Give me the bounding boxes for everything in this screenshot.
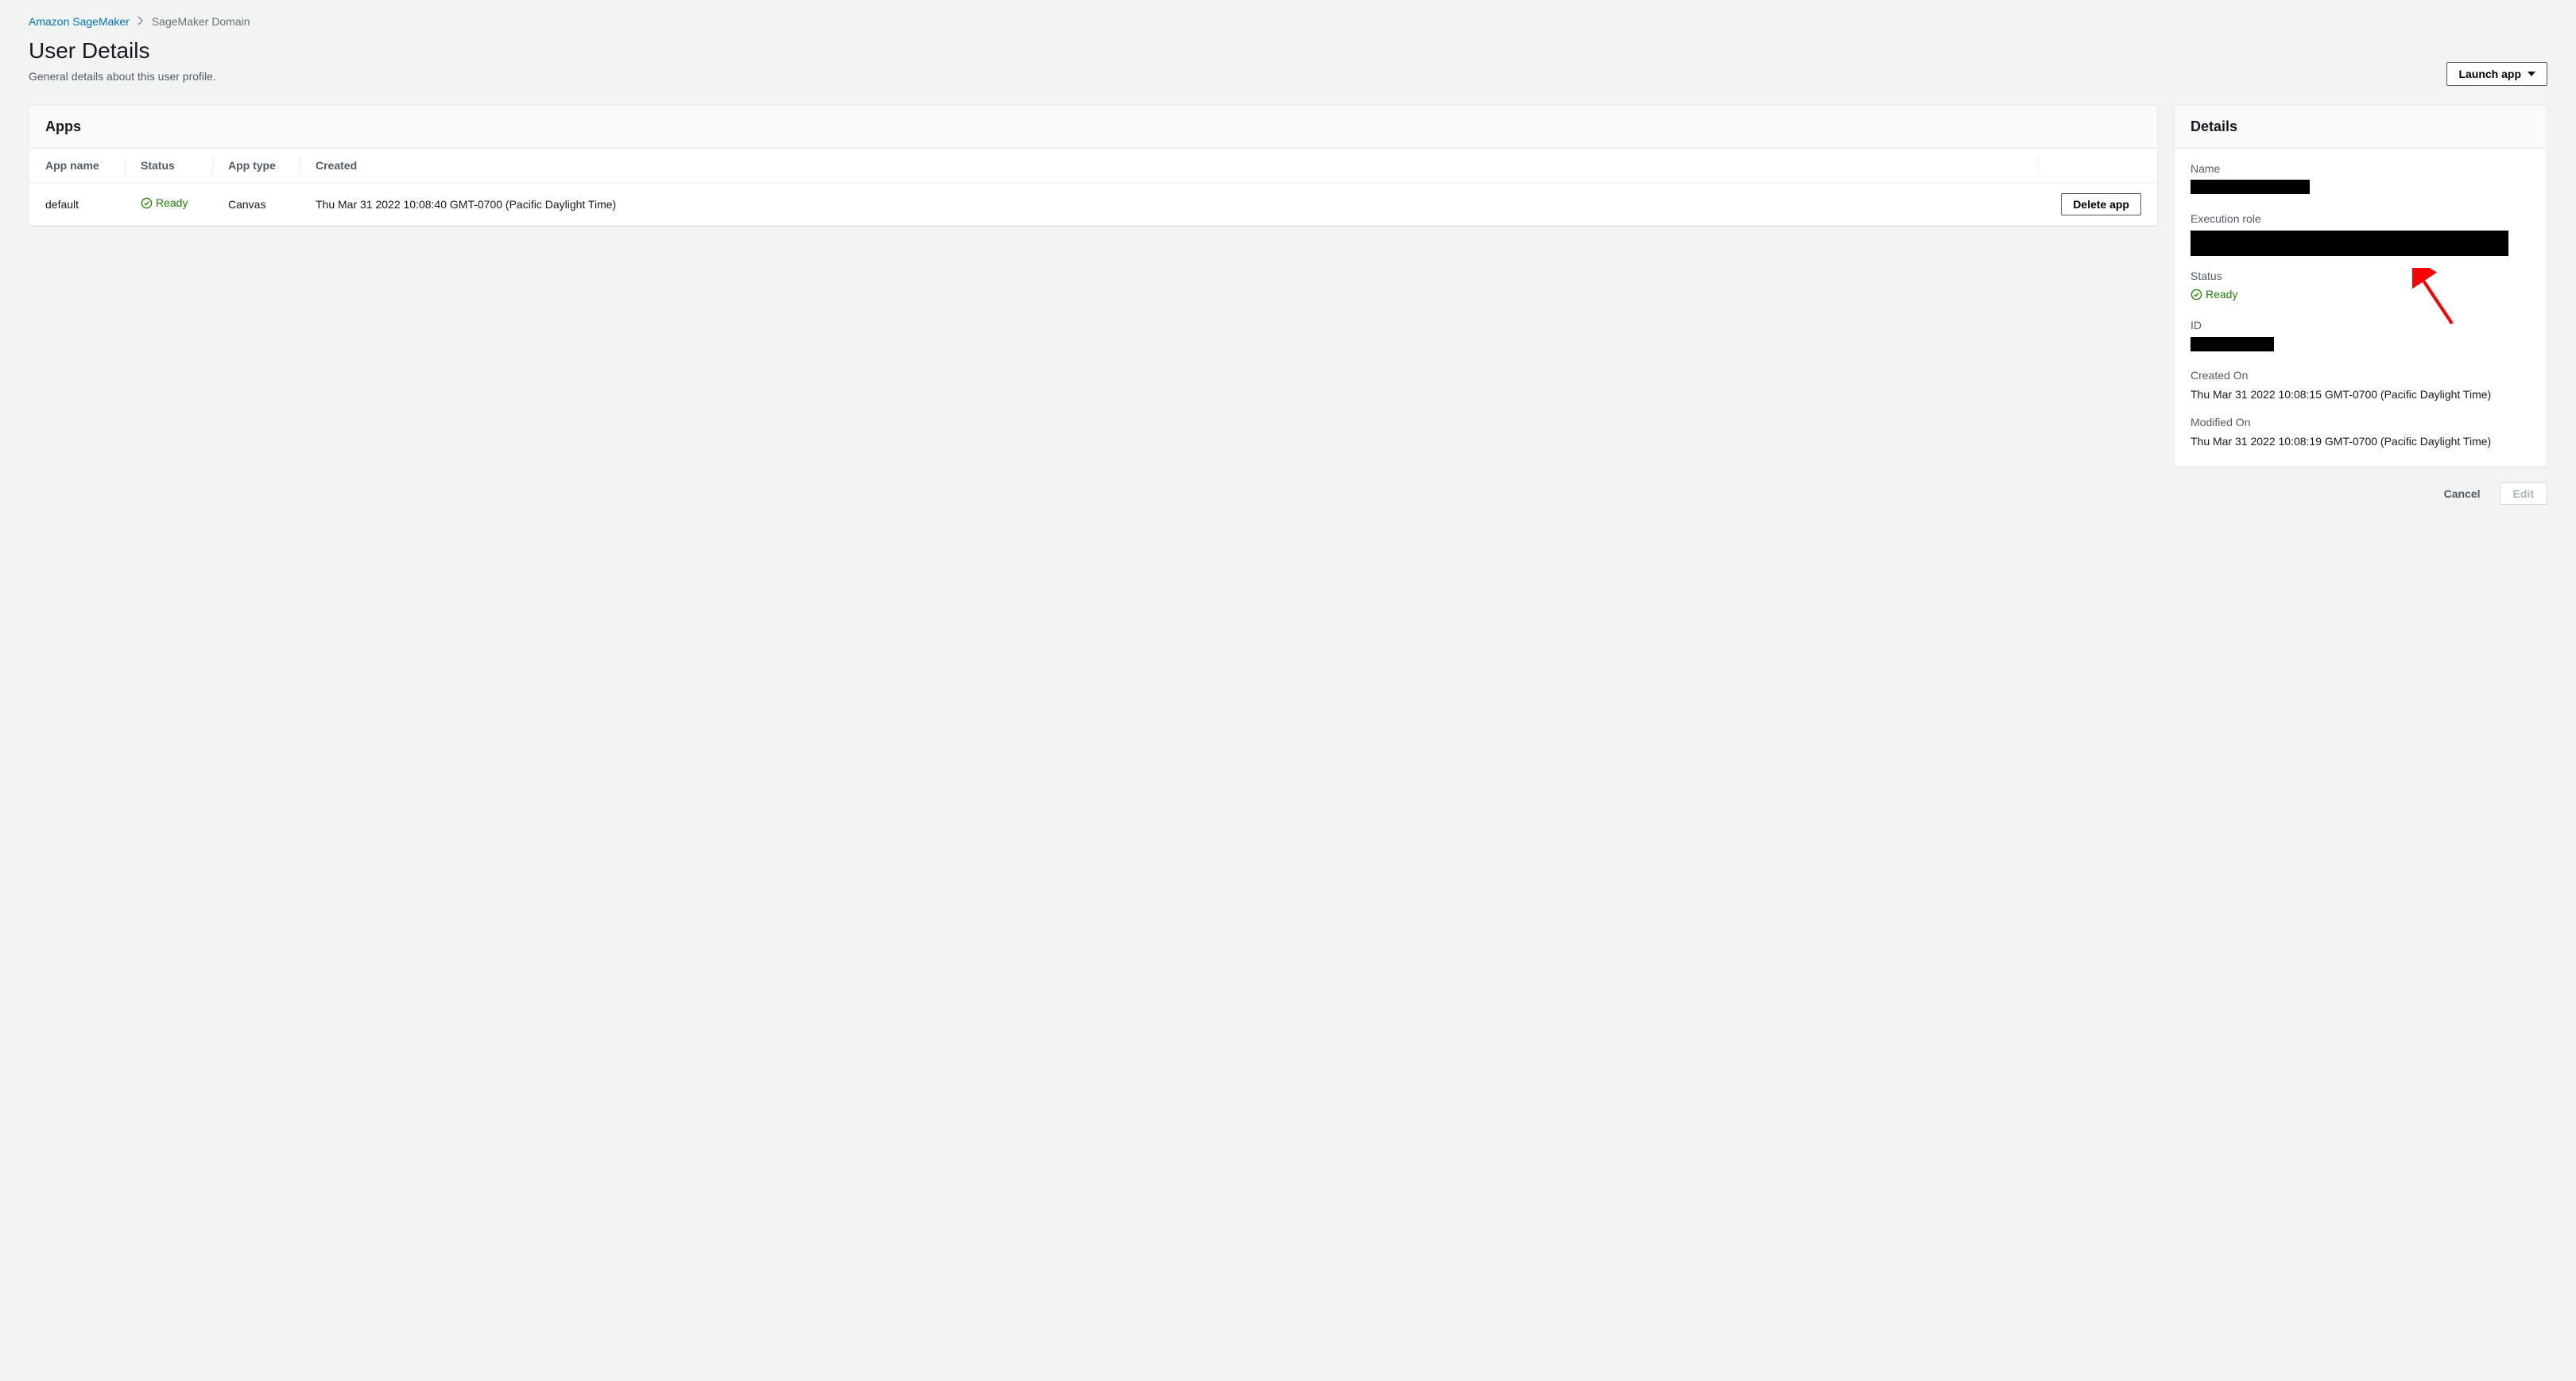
chevron-right-icon — [138, 14, 144, 30]
detail-execution-role-label: Execution role — [2191, 211, 2531, 227]
col-header-app-type[interactable]: App type — [212, 149, 300, 184]
detail-id-value-redacted — [2191, 337, 2274, 351]
detail-execution-role-value-redacted — [2191, 231, 2508, 256]
launch-app-button[interactable]: Launch app — [2446, 62, 2547, 86]
page-title: User Details — [29, 35, 216, 66]
detail-created-value: Thu Mar 31 2022 10:08:15 GMT-0700 (Pacif… — [2191, 387, 2531, 403]
cancel-button[interactable]: Cancel — [2433, 483, 2492, 505]
apps-table: App name Status App type Created default — [29, 149, 2157, 226]
cell-app-type: Canvas — [212, 184, 300, 226]
breadcrumb-current: SageMaker Domain — [152, 14, 250, 30]
status-badge: Ready — [141, 196, 188, 211]
launch-app-label: Launch app — [2458, 68, 2521, 80]
page-subtitle: General details about this user profile. — [29, 69, 216, 85]
detail-modified-value: Thu Mar 31 2022 10:08:19 GMT-0700 (Pacif… — [2191, 434, 2531, 450]
status-badge: Ready — [2191, 287, 2237, 303]
breadcrumb-root-link[interactable]: Amazon SageMaker — [29, 14, 130, 30]
detail-id-label: ID — [2191, 318, 2531, 334]
details-panel: Details Name Execution role Status — [2174, 105, 2547, 467]
col-header-status[interactable]: Status — [125, 149, 212, 184]
cell-created: Thu Mar 31 2022 10:08:40 GMT-0700 (Pacif… — [300, 184, 2038, 226]
detail-name-label: Name — [2191, 161, 2531, 177]
caret-down-icon — [2528, 72, 2535, 76]
detail-name-value-redacted — [2191, 180, 2310, 194]
edit-button: Edit — [2500, 483, 2547, 505]
cell-app-name: default — [29, 184, 125, 226]
check-circle-icon — [141, 197, 153, 209]
check-circle-icon — [2191, 289, 2202, 301]
detail-created-label: Created On — [2191, 368, 2531, 384]
status-text: Ready — [2206, 287, 2237, 303]
detail-status-label: Status — [2191, 269, 2531, 285]
table-row: default Ready Canvas Thu Mar 31 2022 10:… — [29, 184, 2157, 226]
col-header-app-name[interactable]: App name — [29, 149, 125, 184]
apps-panel: Apps App name Status App type Created de… — [29, 105, 2158, 227]
details-panel-title: Details — [2175, 106, 2547, 149]
col-header-created[interactable]: Created — [300, 149, 2038, 184]
delete-app-button[interactable]: Delete app — [2061, 193, 2141, 215]
breadcrumb: Amazon SageMaker SageMaker Domain — [29, 14, 2547, 30]
detail-modified-label: Modified On — [2191, 415, 2531, 431]
col-header-action — [2038, 149, 2157, 184]
apps-panel-title: Apps — [29, 106, 2157, 149]
cell-status: Ready — [125, 184, 212, 226]
status-text: Ready — [156, 196, 188, 211]
